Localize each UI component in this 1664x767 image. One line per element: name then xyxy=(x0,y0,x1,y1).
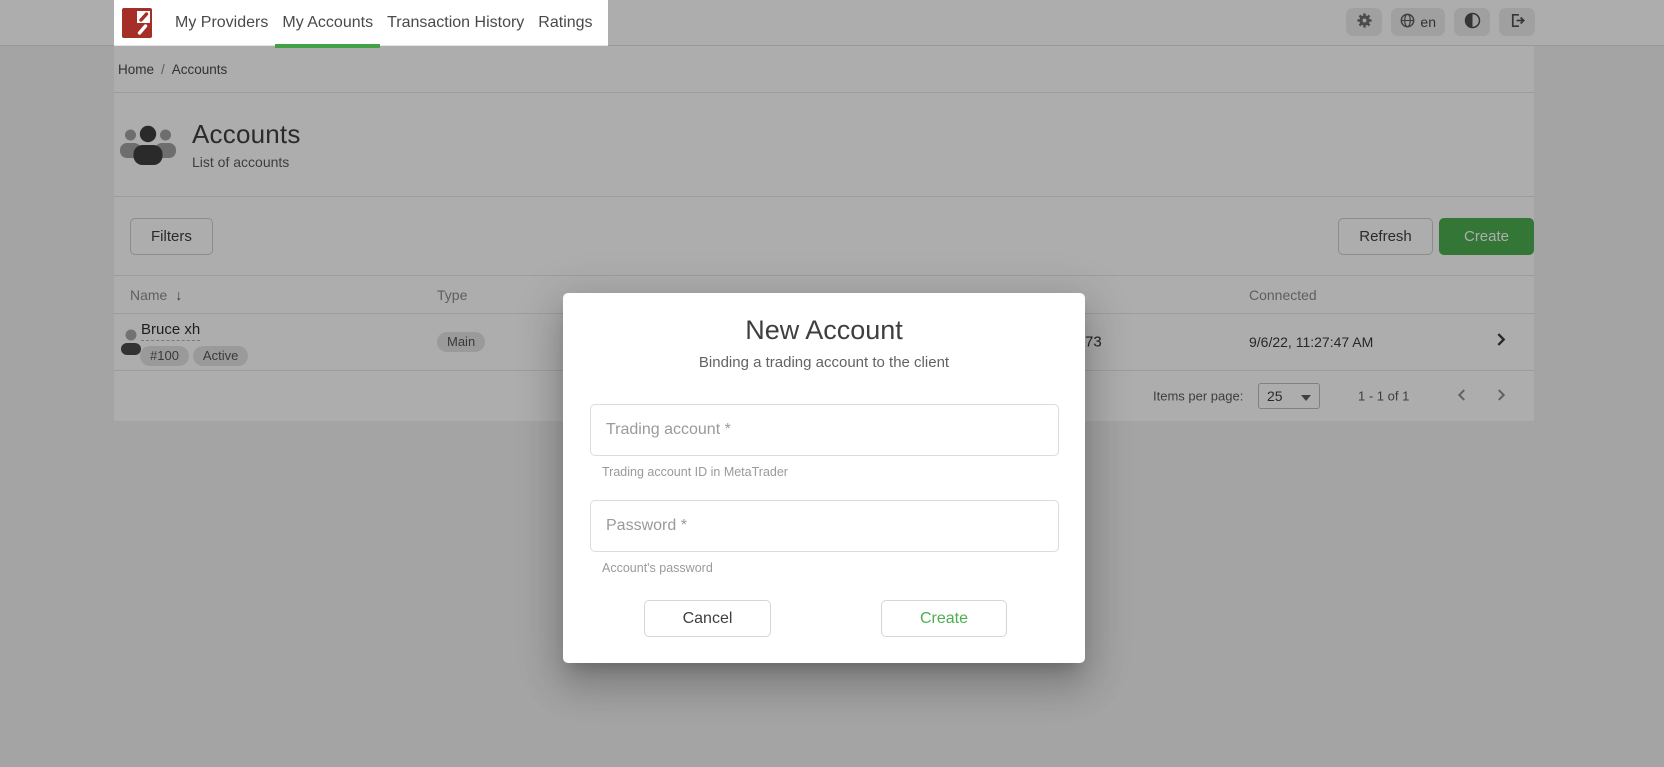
nav-links: My Providers My Accounts Transaction His… xyxy=(168,0,600,46)
nav-my-accounts-label: My Accounts xyxy=(282,14,373,32)
main-nav: My Providers My Accounts Transaction His… xyxy=(114,0,608,46)
password-input[interactable] xyxy=(590,500,1059,552)
dialog-create-button[interactable]: Create xyxy=(881,600,1007,637)
nav-my-providers[interactable]: My Providers xyxy=(168,0,275,46)
active-tab-ink-bar xyxy=(275,44,380,48)
dialog-subtitle: Binding a trading account to the client xyxy=(563,354,1085,371)
nav-my-accounts[interactable]: My Accounts xyxy=(275,0,380,46)
nav-ratings[interactable]: Ratings xyxy=(531,0,599,46)
brand-logo[interactable] xyxy=(122,8,152,38)
dialog-title: New Account xyxy=(563,315,1085,346)
trading-account-input[interactable] xyxy=(590,404,1059,456)
nav-transaction-history[interactable]: Transaction History xyxy=(380,0,531,46)
password-hint: Account's password xyxy=(602,561,713,575)
cancel-button[interactable]: Cancel xyxy=(644,600,771,637)
trading-account-hint: Trading account ID in MetaTrader xyxy=(602,465,788,479)
new-account-dialog: New Account Binding a trading account to… xyxy=(563,293,1085,663)
